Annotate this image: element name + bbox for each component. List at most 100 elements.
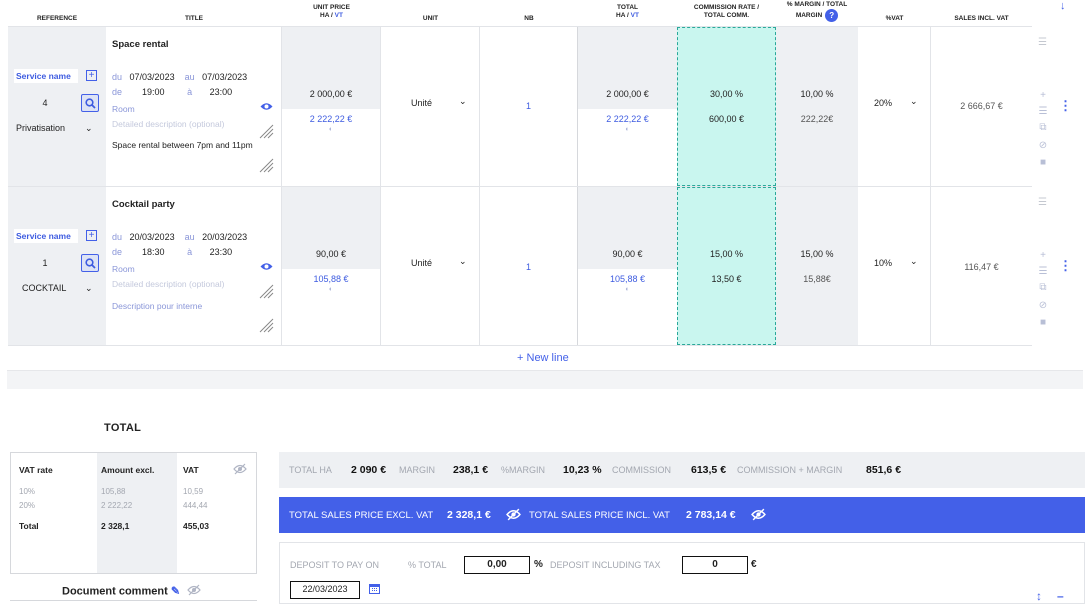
amount-cell: 2 222,22 [101, 501, 133, 510]
expand-vertical-icon[interactable]: ↕ [1036, 589, 1042, 603]
scroll-down-icon[interactable]: ↓ [1060, 0, 1066, 12]
add-icon[interactable]: + [1036, 90, 1050, 101]
sales-totals-bar: TOTAL SALES PRICE EXCL. VAT 2 328,1 € TO… [279, 497, 1085, 533]
unit-select[interactable]: Unité [411, 258, 432, 268]
category-select[interactable]: COCKTAIL [22, 283, 66, 293]
unit-price-vt[interactable]: 2 222,22 € [282, 114, 380, 124]
resize-handle-icon[interactable] [258, 157, 274, 176]
collapse-icon[interactable]: – [1057, 589, 1064, 603]
unit-price-cell: 2 000,00 € 2 222,22 € ◐ [282, 27, 381, 186]
chevron-down-icon[interactable]: ⌄ [910, 96, 918, 107]
resize-handle-icon[interactable] [258, 283, 274, 302]
document-comment-field[interactable] [10, 600, 257, 604]
disable-icon[interactable]: ⊘ [1036, 140, 1050, 151]
room-field[interactable]: Room [112, 264, 135, 274]
add-service-icon[interactable]: + [86, 230, 97, 241]
date-from-field[interactable]: 07/03/2023 [130, 72, 175, 82]
nb-field[interactable]: 1 [480, 262, 577, 272]
add-icon[interactable]: + [1036, 250, 1050, 261]
eye-icon[interactable] [260, 102, 273, 114]
date-to-field[interactable]: 07/03/2023 [202, 72, 247, 82]
total-amount: 2 328,1 [101, 521, 130, 531]
trash-icon[interactable]: ■ [1036, 317, 1050, 328]
drag-handle-icon[interactable]: ☰ [1038, 37, 1047, 48]
vat-header: VAT [183, 465, 199, 475]
item-title[interactable]: Space rental [112, 39, 169, 50]
eye-off-icon[interactable] [751, 508, 766, 524]
unit-price-vt[interactable]: 105,88 € [282, 274, 380, 284]
description-field[interactable]: Detailed description (optional) [112, 119, 224, 129]
duplicate-icon[interactable]: ⧉ [1036, 282, 1050, 293]
new-line-button[interactable]: + New line [517, 352, 569, 364]
sales-cell: 116,47 € [931, 187, 1032, 345]
room-field[interactable]: Room [112, 104, 135, 114]
category-select[interactable]: Privatisation [16, 123, 65, 133]
vat-rate-header: VAT rate [19, 465, 53, 475]
description-field[interactable]: Detailed description (optional) [112, 279, 224, 289]
resize-handle-icon[interactable] [258, 123, 274, 142]
comment-icon[interactable]: ☰ [1036, 266, 1050, 277]
more-options-icon[interactable]: ⋮ [1059, 98, 1072, 114]
internal-description[interactable]: Space rental between 7pm and 11pm [112, 140, 254, 150]
margin-percent[interactable]: 15,00 % [776, 249, 858, 259]
eye-icon[interactable] [260, 262, 273, 274]
comment-icon[interactable]: ☰ [1036, 106, 1050, 117]
trash-icon[interactable]: ■ [1036, 157, 1050, 168]
sales-incl-vat: 116,47 € [964, 262, 999, 272]
pencil-icon[interactable]: ✎ [171, 585, 180, 597]
commission-rate[interactable]: 30,00 % [678, 89, 775, 99]
margin-value: 238,1 € [453, 464, 489, 476]
chevron-down-icon[interactable]: ⌄ [459, 96, 467, 107]
unit-select[interactable]: Unité [411, 98, 432, 108]
total-cell: 2 000,00 € 2 222,22 € ◐ [578, 27, 677, 186]
time-line: de 19:00 à 23:00 [112, 87, 233, 97]
time-to-field[interactable]: 23:00 [210, 87, 233, 97]
chevron-down-icon[interactable]: ⌄ [85, 123, 93, 134]
vat-cell: 444,44 [183, 501, 208, 510]
total-vt[interactable]: 105,88 € [578, 274, 677, 284]
search-button[interactable] [81, 94, 99, 112]
deposit-amount-input[interactable]: 0 [682, 556, 748, 574]
nb-field[interactable]: 1 [480, 101, 577, 111]
chevron-down-icon[interactable]: ⌄ [910, 256, 918, 267]
unit-price-ha[interactable]: 90,00 € [282, 249, 380, 259]
vat-cell: 10% ⌄ [858, 187, 931, 345]
drag-handle-icon[interactable]: ☰ [1038, 197, 1047, 208]
deposit-percent-input[interactable]: 0,00 [464, 556, 530, 574]
quantity-field[interactable]: 4 [14, 94, 76, 112]
deposit-date-input[interactable]: 22/03/2023 [290, 581, 360, 599]
time-from-field[interactable]: 18:30 [142, 247, 165, 257]
total-vt[interactable]: 2 222,22 € [578, 114, 677, 124]
quantity-field[interactable]: 1 [14, 254, 76, 272]
margin-percent[interactable]: 10,00 % [776, 89, 858, 99]
calendar-icon[interactable] [369, 583, 380, 597]
date-from-field[interactable]: 20/03/2023 [130, 232, 175, 242]
total-ha: 2 000,00 € [606, 89, 649, 99]
vat-select[interactable]: 10% [874, 258, 892, 268]
date-to-field[interactable]: 20/03/2023 [202, 232, 247, 242]
service-name-field[interactable]: Service name [14, 229, 78, 243]
eye-off-icon[interactable] [187, 584, 201, 599]
add-service-icon[interactable]: + [86, 70, 97, 81]
chevron-down-icon[interactable]: ⌄ [85, 283, 93, 294]
disable-icon[interactable]: ⊘ [1036, 300, 1050, 311]
help-icon[interactable]: ? [825, 8, 839, 22]
more-options-icon[interactable]: ⋮ [1059, 258, 1072, 274]
chevron-down-icon[interactable]: ⌄ [459, 256, 467, 267]
service-name-field[interactable]: Service name [14, 69, 78, 83]
table-row: Service name + 1 COCKTAIL ⌄ Cocktail par… [8, 186, 1032, 346]
commission-rate[interactable]: 15,00 % [678, 249, 775, 259]
resize-handle-icon[interactable] [258, 317, 274, 336]
deposit-pay-on-label: DEPOSIT TO PAY ON [290, 560, 380, 570]
time-from-field[interactable]: 19:00 [142, 87, 165, 97]
vat-select[interactable]: 20% [874, 98, 892, 108]
eye-off-icon[interactable] [233, 463, 247, 478]
search-button[interactable] [81, 254, 99, 272]
internal-description[interactable]: Description pour interne [112, 301, 202, 311]
unit-price-ha[interactable]: 2 000,00 € [282, 89, 380, 99]
title-cell: Space rental du 07/03/2023 au 07/03/2023… [106, 27, 282, 186]
duplicate-icon[interactable]: ⧉ [1036, 122, 1050, 133]
time-to-field[interactable]: 23:30 [210, 247, 233, 257]
item-title[interactable]: Cocktail party [112, 199, 175, 210]
eye-off-icon[interactable] [506, 508, 521, 524]
